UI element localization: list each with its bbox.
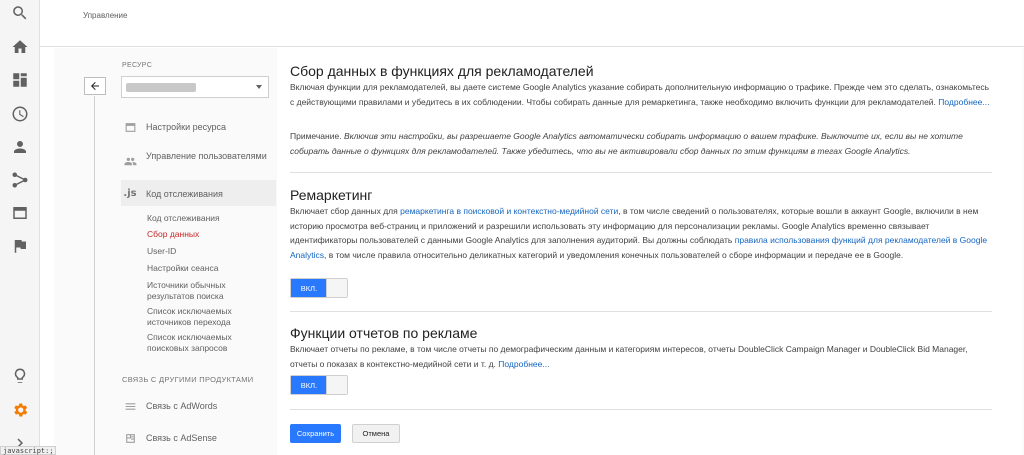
people-icon — [123, 155, 137, 168]
section-description-remarketing: Включает сбор данных для ремаркетинга в … — [290, 206, 988, 260]
header — [40, 0, 1024, 47]
adsense-icon — [123, 432, 137, 445]
sidebar-item-tracking-code[interactable]: .js Код отслеживания — [121, 180, 276, 206]
back-button[interactable] — [84, 77, 106, 95]
ad-reporting-toggle[interactable]: ВКЛ. — [290, 375, 348, 395]
sidebar-item-user-management[interactable]: Управление пользователями — [121, 150, 276, 174]
remarketing-toggle[interactable]: ВКЛ. — [290, 278, 348, 298]
sub-item-session-settings[interactable]: Настройки сеанса — [147, 263, 272, 274]
sub-item-referral-exclusion-list[interactable]: Список исключаемых источников перехода — [147, 306, 272, 327]
sidebar-item-label: Код отслеживания — [146, 189, 223, 199]
chevron-down-icon — [256, 85, 262, 89]
clock-icon[interactable] — [10, 104, 30, 124]
sub-item-organic-search-sources[interactable]: Источники обычных результатов поиска — [147, 280, 272, 301]
window-icon — [123, 121, 137, 134]
home-icon[interactable] — [10, 37, 30, 57]
lightbulb-icon[interactable] — [10, 366, 30, 386]
sidebar-item-property-settings[interactable]: Настройки ресурса — [121, 121, 276, 135]
sub-item-data-collection[interactable]: Сбор данных — [147, 229, 272, 240]
section-note-ad-features: Примечание. Включив эти настройки, вы ра… — [290, 131, 963, 156]
js-icon: .js — [123, 188, 137, 199]
remarketing-link[interactable]: ремаркетинга в поисковой и контекстно-ме… — [400, 206, 618, 216]
sidebar-item-label: Связь с AdSense — [146, 433, 217, 443]
sub-item-tracking-code[interactable]: Код отслеживания — [147, 213, 272, 224]
sidebar-item-label: Настройки ресурса — [146, 122, 227, 132]
divider — [290, 311, 992, 312]
resource-select[interactable] — [121, 76, 269, 98]
save-button[interactable]: Сохранить — [290, 424, 341, 443]
divider — [290, 409, 992, 410]
learn-more-link[interactable]: Подробнее... — [498, 359, 549, 369]
toggle-knob — [326, 279, 347, 297]
resource-name-redacted — [126, 83, 196, 92]
gear-icon[interactable] — [10, 400, 30, 420]
dashboard-icon[interactable] — [10, 70, 30, 90]
toggle-on-label: ВКЛ. — [291, 376, 327, 394]
sidebar-item-adwords-linking[interactable]: Связь с AdWords — [121, 400, 276, 414]
toggle-knob — [326, 376, 347, 394]
toggle-on-label: ВКЛ. — [291, 279, 327, 297]
section-heading-product-linking: СВЯЗЬ С ДРУГИМИ ПРОДУКТАМИ — [122, 375, 254, 384]
section-description-ad-reporting: Включает отчеты по рекламе, в том числе … — [290, 344, 968, 369]
flag-icon[interactable] — [10, 236, 30, 256]
sub-item-search-term-exclusion-list[interactable]: Список исключаемых поисковых запросов — [147, 332, 272, 353]
section-title-ad-features: Сбор данных в функциях для рекламодателе… — [290, 63, 594, 79]
cancel-button[interactable]: Отмена — [352, 424, 400, 443]
sidebar-item-adsense-linking[interactable]: Связь с AdSense — [121, 432, 276, 446]
section-description-ad-features: Включая функции для рекламодателей, вы д… — [290, 82, 990, 107]
search-icon[interactable] — [10, 3, 30, 23]
status-bar-url: javascript:; — [0, 446, 56, 455]
resource-label: РЕСУРС — [122, 62, 153, 69]
breadcrumb[interactable]: Управление — [83, 11, 127, 20]
sub-item-user-id[interactable]: User-ID — [147, 246, 272, 257]
share-icon[interactable] — [10, 170, 30, 190]
section-title-ad-reporting: Функции отчетов по рекламе — [290, 325, 478, 341]
sidebar-item-label: Связь с AdWords — [146, 401, 218, 411]
sidebar-item-label: Управление пользователями — [146, 151, 267, 161]
adwords-icon — [123, 400, 137, 413]
window-icon[interactable] — [10, 203, 30, 223]
person-icon[interactable] — [10, 137, 30, 157]
arrow-back-icon — [91, 82, 99, 90]
app-rail — [0, 0, 40, 455]
section-title-remarketing: Ремаркетинг — [290, 187, 373, 203]
column-connector — [94, 96, 95, 455]
divider — [290, 172, 992, 173]
learn-more-link[interactable]: Подробнее... — [938, 97, 989, 107]
